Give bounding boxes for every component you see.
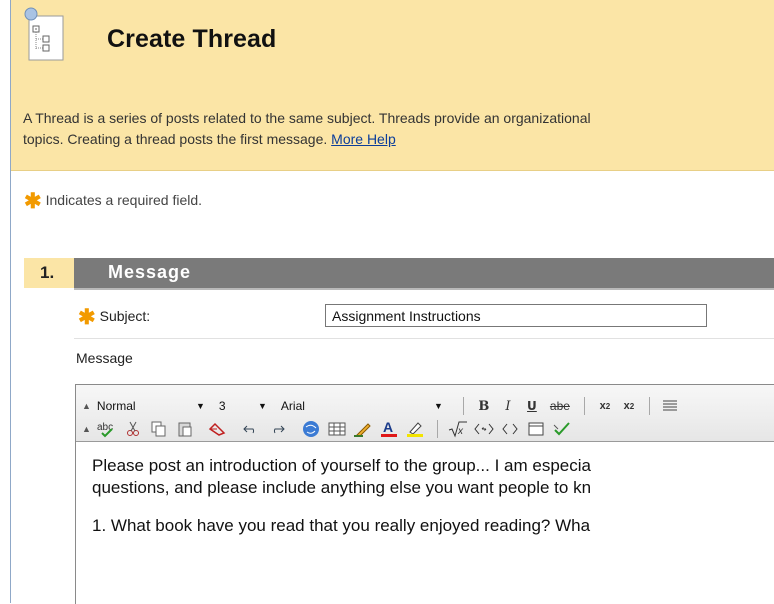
chevron-down-icon: ▼ bbox=[258, 401, 267, 411]
font-size-select[interactable]: 3 ▼ bbox=[217, 397, 269, 415]
subject-label: ✱ Subject: bbox=[78, 305, 150, 330]
subject-input[interactable] bbox=[325, 304, 707, 327]
clear-format-icon[interactable] bbox=[205, 419, 229, 439]
editor-toolbar: ▲ Normal▼ 3▼ Arial▼ B I U abe x2 x2 ▲ bbox=[76, 385, 774, 442]
spellcheck-icon[interactable]: abc bbox=[95, 419, 119, 439]
thread-page-icon bbox=[24, 7, 64, 61]
section-number: 1. bbox=[40, 263, 55, 282]
section-underline bbox=[74, 288, 774, 290]
content-line-1: Please post an introduction of yourself … bbox=[92, 456, 591, 475]
font-family-value: Arial bbox=[280, 399, 305, 413]
preview-icon[interactable] bbox=[524, 419, 548, 439]
bold-icon[interactable]: B bbox=[472, 396, 496, 416]
italic-icon[interactable]: I bbox=[496, 396, 520, 416]
description-line-2: topics. Creating a thread posts the firs… bbox=[23, 131, 328, 147]
toolbar-separator bbox=[462, 397, 464, 415]
cut-icon[interactable] bbox=[121, 419, 145, 439]
content-paragraph-2: 1. What book have you read that you real… bbox=[92, 515, 772, 537]
paste-icon[interactable] bbox=[173, 419, 197, 439]
table-icon[interactable] bbox=[325, 419, 349, 439]
row-divider bbox=[74, 338, 774, 339]
toolbar-separator bbox=[648, 397, 650, 415]
link-icon[interactable] bbox=[299, 419, 323, 439]
toolbar-row-2: ▲ abc A x bbox=[82, 418, 576, 440]
font-family-select[interactable]: Arial ▼ bbox=[279, 397, 445, 415]
chevron-down-icon: ▼ bbox=[196, 401, 205, 411]
paragraph-format-select[interactable]: Normal ▼ bbox=[95, 397, 207, 415]
font-color-icon[interactable]: A bbox=[377, 419, 401, 439]
required-star-icon: ✱ bbox=[24, 190, 42, 213]
required-star-icon: ✱ bbox=[78, 306, 96, 329]
content-line-2: questions, and please include anything e… bbox=[92, 478, 592, 497]
underline-icon[interactable]: U bbox=[520, 396, 544, 416]
svg-text:A: A bbox=[383, 420, 393, 435]
page-header: Create Thread A Thread is a series of po… bbox=[11, 0, 774, 171]
toolbar-row-1: ▲ Normal ▼ 3 ▼ Arial ▼ B I U abe x2 x2 bbox=[82, 395, 684, 417]
pencil-icon[interactable] bbox=[351, 419, 375, 439]
chevron-down-icon: ▼ bbox=[434, 401, 443, 411]
toolbar-separator bbox=[583, 397, 585, 415]
redo-icon[interactable] bbox=[265, 419, 289, 439]
subject-label-text: Subject: bbox=[99, 308, 151, 324]
strikethrough-icon[interactable]: abe bbox=[544, 396, 576, 416]
collapse-toolbar-icon[interactable]: ▲ bbox=[82, 424, 91, 434]
page-title: Create Thread bbox=[107, 25, 277, 53]
math-icon[interactable]: x bbox=[446, 419, 470, 439]
svg-text:x: x bbox=[457, 426, 464, 437]
content-paragraph-1: Please post an introduction of yourself … bbox=[92, 455, 772, 499]
copy-icon[interactable] bbox=[147, 419, 171, 439]
section-title: Message bbox=[108, 262, 192, 282]
html-toggle-icon[interactable] bbox=[472, 419, 496, 439]
code-icon[interactable] bbox=[498, 419, 522, 439]
superscript-icon[interactable]: x2 bbox=[617, 396, 641, 416]
description-line-1: A Thread is a series of posts related to… bbox=[23, 110, 591, 126]
font-size-value: 3 bbox=[218, 399, 226, 413]
subscript-icon[interactable]: x2 bbox=[593, 396, 617, 416]
collapse-toolbar-icon[interactable]: ▲ bbox=[82, 401, 91, 411]
align-icon[interactable] bbox=[658, 396, 682, 416]
required-note-text: Indicates a required field. bbox=[45, 192, 203, 208]
message-editor[interactable]: ▲ Normal▼ 3▼ Arial▼ B I U abe x2 x2 ▲ bbox=[75, 384, 774, 604]
message-label: Message bbox=[76, 350, 133, 366]
undo-icon[interactable] bbox=[239, 419, 263, 439]
toolbar-separator bbox=[436, 420, 438, 438]
required-field-note: ✱ Indicates a required field. bbox=[24, 189, 202, 214]
highlight-icon[interactable] bbox=[403, 419, 427, 439]
page-description: A Thread is a series of posts related to… bbox=[23, 108, 774, 150]
more-help-link[interactable]: More Help bbox=[331, 131, 396, 147]
editor-content[interactable]: Please post an introduction of yourself … bbox=[92, 455, 772, 553]
content-line-3: 1. What book have you read that you real… bbox=[92, 516, 591, 535]
paragraph-format-value: Normal bbox=[96, 399, 136, 413]
check-icon[interactable] bbox=[550, 419, 574, 439]
